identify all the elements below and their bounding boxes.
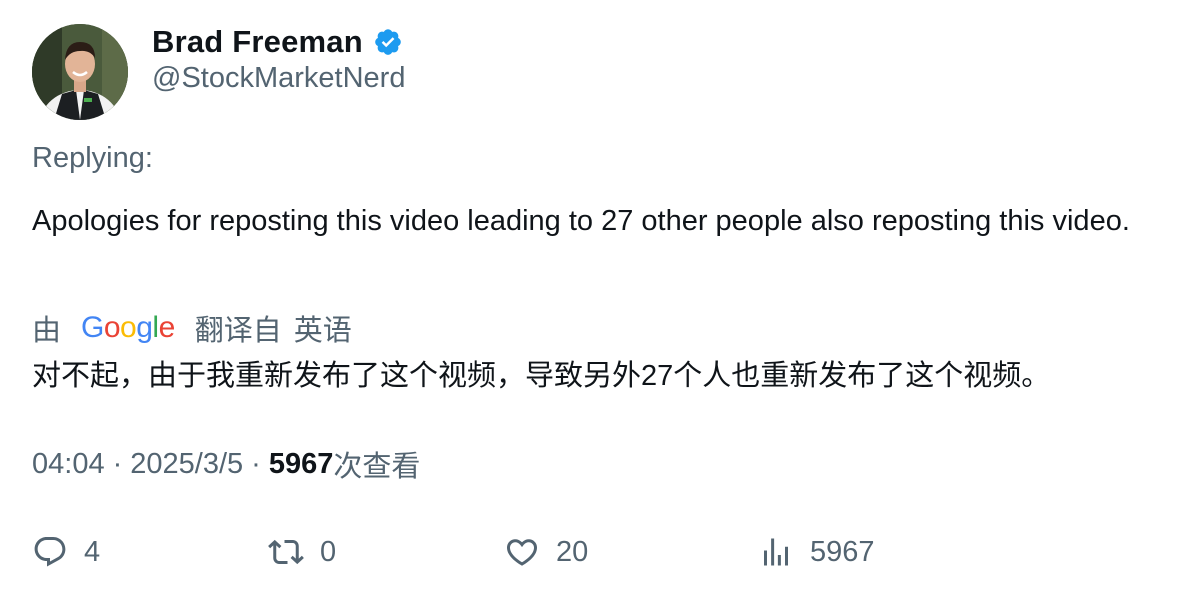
views-label: 次查看 [333,451,421,483]
avatar[interactable] [32,24,128,120]
action-bar: 4 0 20 5967 [32,528,1172,576]
like-button[interactable]: 20 [504,528,588,576]
tweet-text: Apologies for reposting this video leadi… [32,205,1130,237]
translation-label: 翻译自 [194,315,282,347]
views-button[interactable]: 5967 [758,528,875,576]
retweet-icon [268,534,304,570]
views-icon [758,534,794,570]
translation-attribution: 由 Google 翻译自 英语 [32,308,352,348]
meta-separator: · [112,447,123,480]
google-logo: Google [81,311,175,344]
retweet-button[interactable]: 0 [268,528,336,576]
author-name-row[interactable]: Brad Freeman [152,22,403,62]
tweet-meta: 04:04 · 2025/3/5 · 5967 次查看 [32,444,420,484]
translation-prefix: 由 [32,315,62,347]
translated-text: 对不起，由于我重新发布了这个视频，导致另外27个人也重新发布了这个视频。 [32,360,1051,392]
reply-button[interactable]: 4 [32,528,100,576]
retweet-count: 0 [320,535,337,568]
like-count: 20 [556,535,589,568]
tweet-date[interactable]: 2025/3/5 [130,448,243,481]
translation-source-language: 英语 [293,315,352,347]
replying-label: Replying: [32,142,153,174]
heart-icon [504,534,540,570]
tweet-time[interactable]: 04:04 [32,448,105,481]
author-display-name[interactable]: Brad Freeman [152,24,363,60]
meta-separator: · [251,447,261,480]
reply-icon [32,534,68,570]
author-handle[interactable]: @StockMarketNerd [152,62,405,95]
views-action-count: 5967 [810,535,875,568]
reply-count: 4 [84,535,101,568]
avatar-photo [32,24,128,120]
views-count: 5967 [268,447,334,480]
verified-badge-icon [373,27,403,57]
